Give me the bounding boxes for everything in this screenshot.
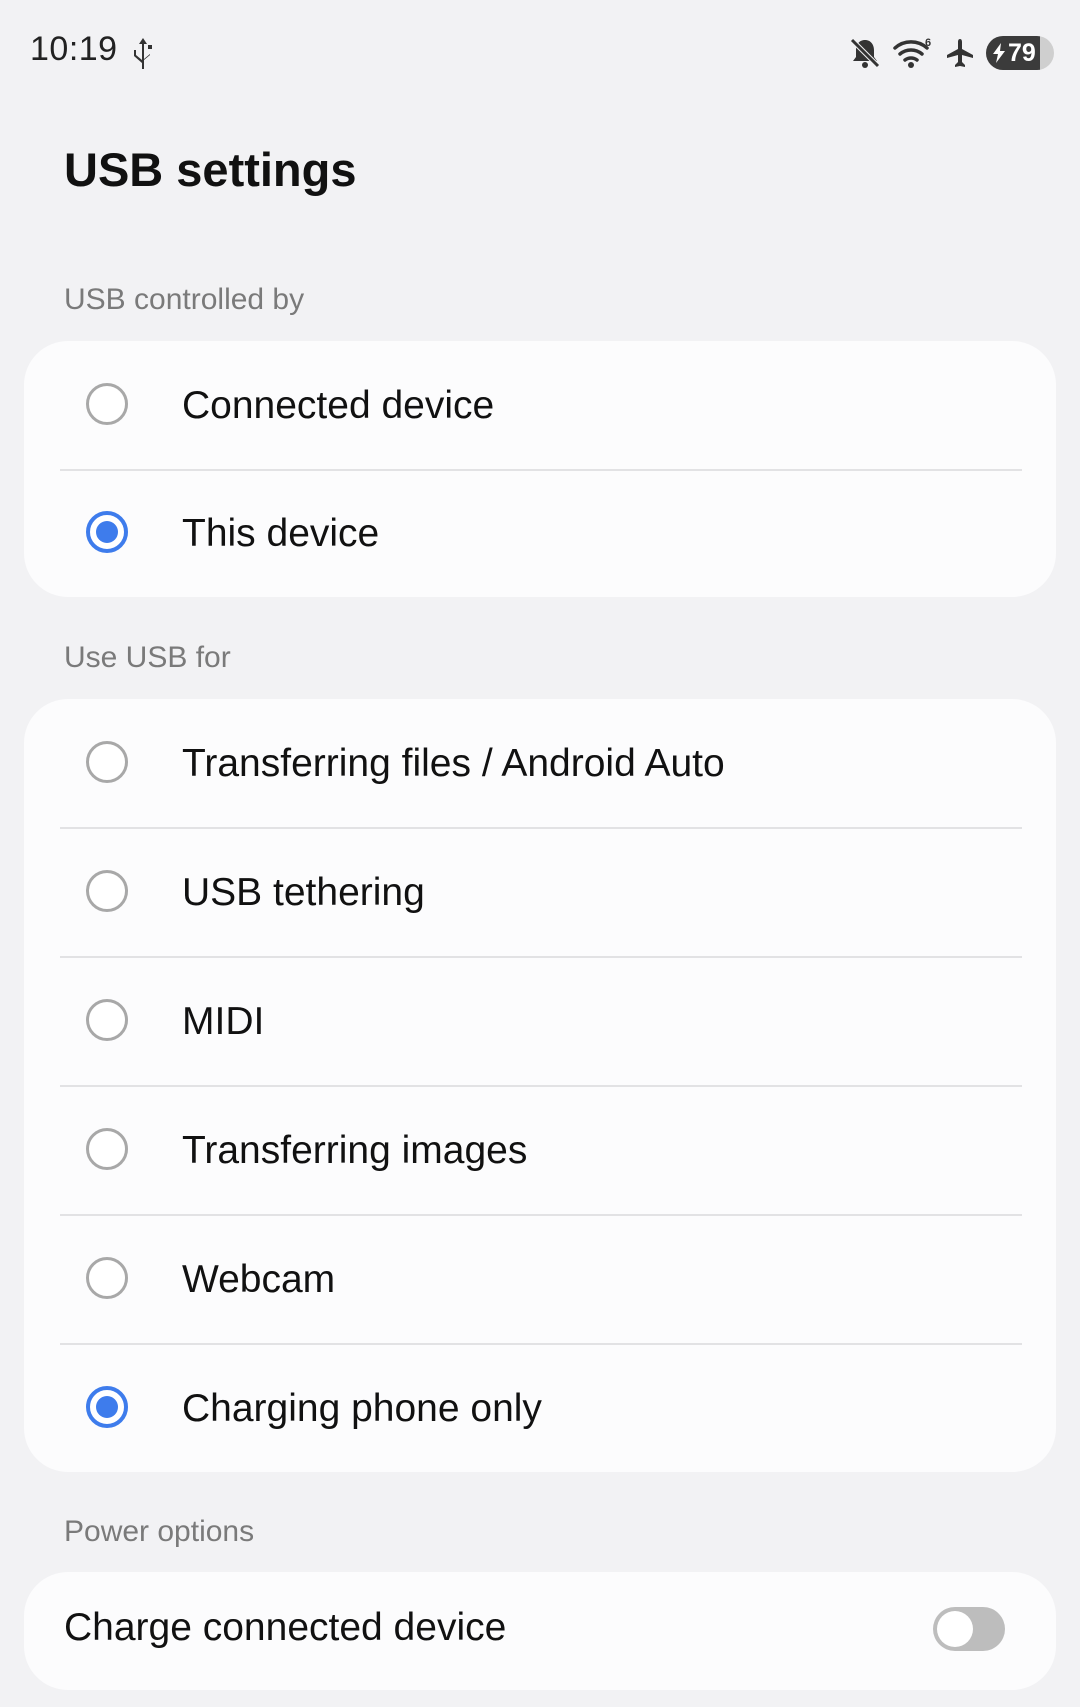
page-title: USB settings — [64, 143, 357, 196]
charge-connected-device-row[interactable]: Charge connected device — [24, 1572, 1056, 1690]
status-bar: 10:19 6 79 — [0, 0, 1080, 106]
section-header-controlled-by: USB controlled by — [64, 283, 305, 316]
option-label: Charging phone only — [182, 1387, 542, 1430]
radio-button[interactable] — [86, 870, 128, 912]
option-label: This device — [182, 512, 380, 555]
radio-button[interactable] — [86, 1128, 128, 1170]
toggle-knob — [937, 1611, 973, 1647]
controlled-by-card: Connected device This device — [24, 341, 1056, 597]
radio-button[interactable] — [86, 1257, 128, 1299]
option-charging-phone-only[interactable]: Charging phone only — [24, 1344, 1056, 1473]
option-label: MIDI — [182, 1000, 265, 1043]
option-label: USB tethering — [182, 871, 425, 914]
option-label: Webcam — [182, 1258, 336, 1301]
option-label: Transferring images — [182, 1129, 528, 1172]
option-transferring-images[interactable]: Transferring images — [24, 1086, 1056, 1215]
mute-icon — [850, 38, 880, 68]
section-header-power-options: Power options — [64, 1515, 255, 1548]
option-midi[interactable]: MIDI — [24, 957, 1056, 1086]
radio-button[interactable] — [86, 741, 128, 783]
section-header-use-usb-for: Use USB for — [64, 641, 231, 674]
option-this-device[interactable]: This device — [24, 469, 1056, 598]
status-icons: 6 79 — [848, 34, 1054, 72]
option-label: Connected device — [182, 384, 495, 427]
option-label: Transferring files / Android Auto — [182, 742, 725, 785]
radio-button[interactable] — [86, 383, 128, 425]
option-connected-device[interactable]: Connected device — [24, 341, 1056, 470]
battery-icon: 79 — [986, 36, 1054, 70]
charge-connected-device-toggle[interactable] — [933, 1607, 1005, 1651]
option-usb-tethering[interactable]: USB tethering — [24, 828, 1056, 957]
radio-button-selected[interactable] — [86, 1386, 128, 1428]
option-transferring-files[interactable]: Transferring files / Android Auto — [24, 699, 1056, 828]
radio-button[interactable] — [86, 999, 128, 1041]
toggle-label: Charge connected device — [64, 1606, 507, 1649]
radio-button-selected[interactable] — [86, 511, 128, 553]
charging-bolt-icon — [993, 43, 1005, 63]
status-time: 10:19 — [30, 30, 118, 68]
usb-icon — [134, 38, 152, 69]
use-usb-for-card: Transferring files / Android Auto USB te… — [24, 699, 1056, 1472]
battery-level: 79 — [1008, 39, 1036, 67]
wifi-badge: 6 — [925, 37, 931, 49]
airplane-icon — [947, 39, 973, 67]
option-webcam[interactable]: Webcam — [24, 1215, 1056, 1344]
wifi-icon: 6 — [893, 37, 931, 68]
